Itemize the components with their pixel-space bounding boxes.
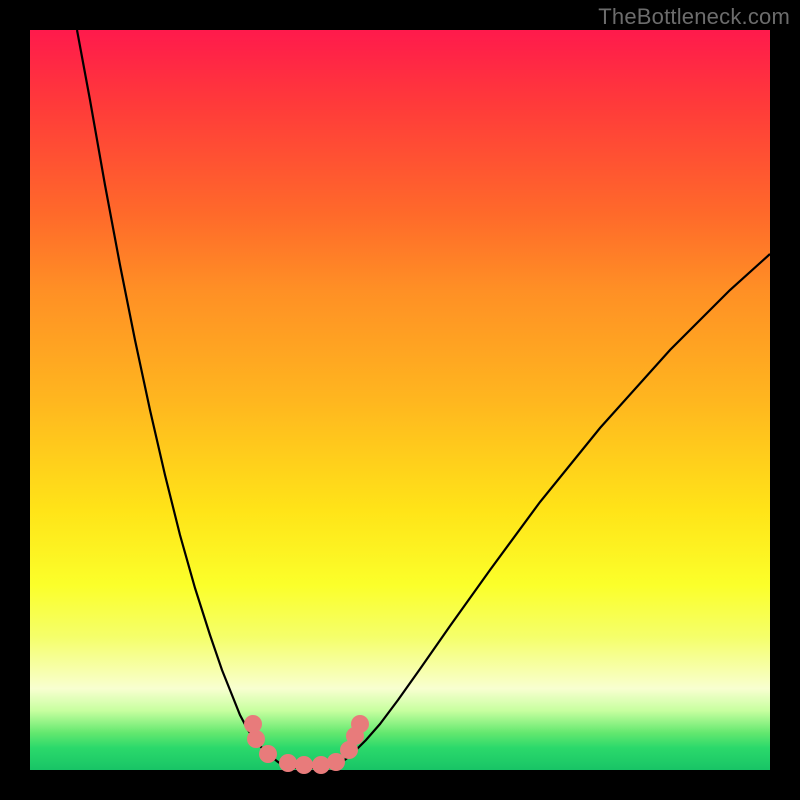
curve-left-branch bbox=[77, 30, 290, 767]
chart-frame: TheBottleneck.com bbox=[0, 0, 800, 800]
curve-right-branch bbox=[330, 254, 770, 767]
data-marker bbox=[244, 715, 262, 733]
chart-overlay bbox=[30, 30, 770, 770]
watermark-text: TheBottleneck.com bbox=[598, 4, 790, 30]
data-marker bbox=[295, 756, 313, 774]
data-marker bbox=[247, 730, 265, 748]
data-marker bbox=[279, 754, 297, 772]
data-marker bbox=[351, 715, 369, 733]
marker-group bbox=[244, 715, 369, 774]
data-marker bbox=[259, 745, 277, 763]
data-marker bbox=[312, 756, 330, 774]
